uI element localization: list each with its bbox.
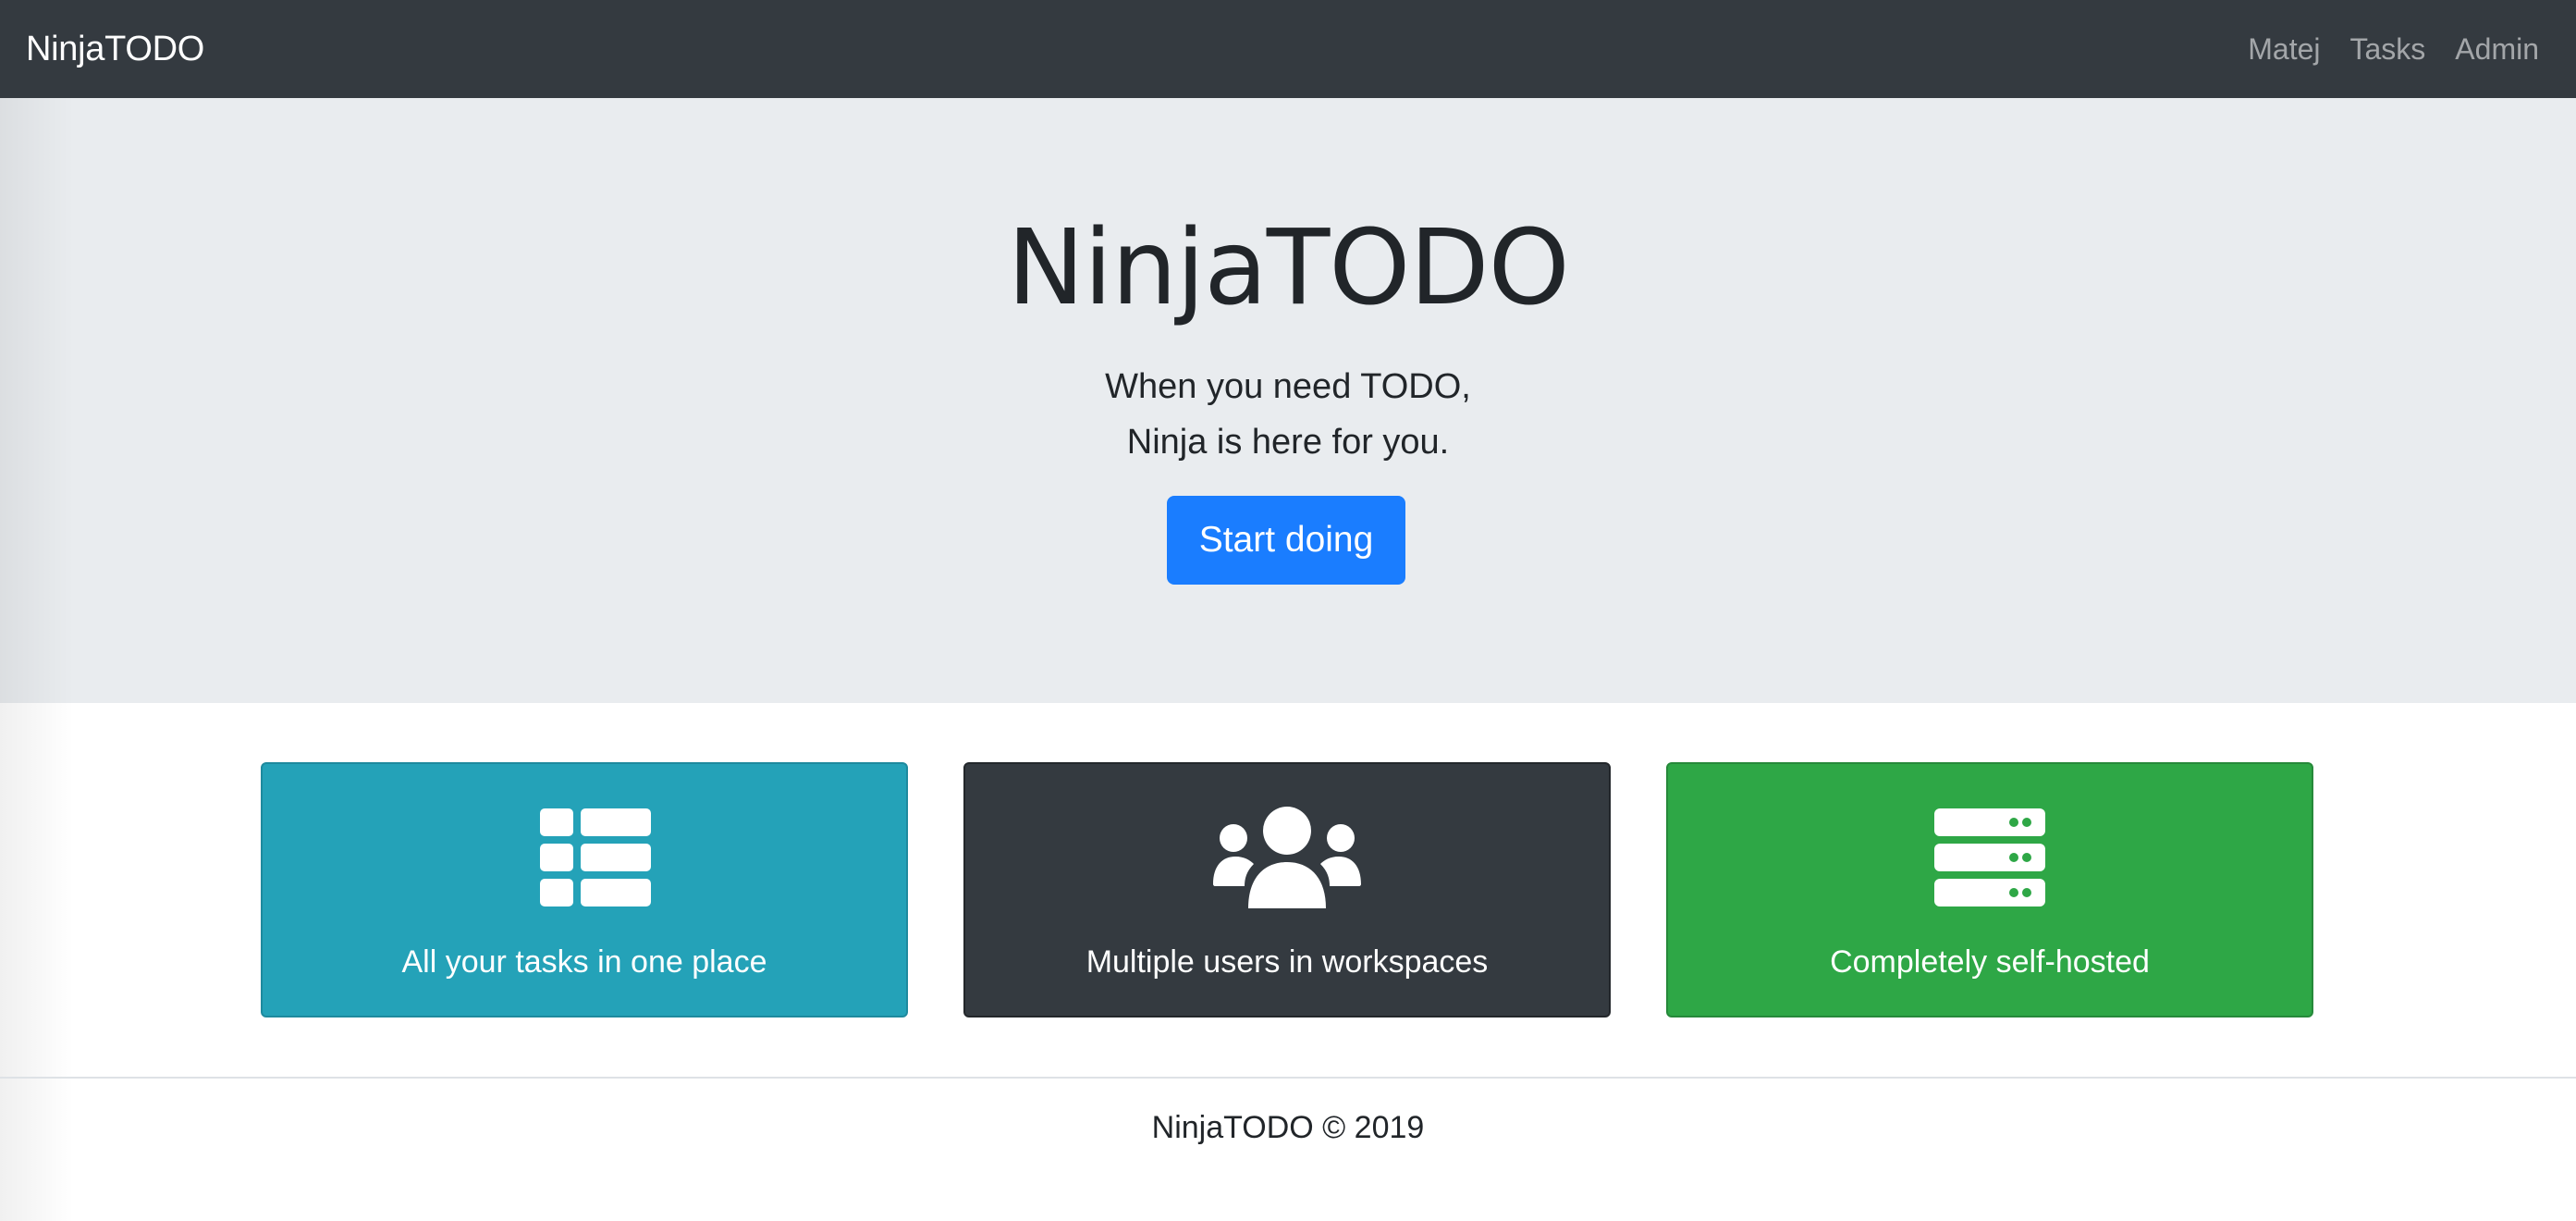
navbar-brand[interactable]: NinjaTODO	[26, 30, 204, 69]
feature-text: Completely self-hosted	[1830, 944, 2150, 980]
hero-lead-line-1: When you need TODO,	[1105, 367, 1471, 406]
hero-lead: When you need TODO, Ninja is here for yo…	[0, 359, 2576, 470]
feature-text: All your tasks in one place	[401, 944, 767, 980]
feature-card-tasks: All your tasks in one place	[261, 762, 908, 1018]
page: NinjaTODO Matej Tasks Admin NinjaTODO Wh…	[0, 0, 2576, 1221]
server-icon	[1934, 808, 2045, 906]
top-navbar: NinjaTODO Matej Tasks Admin	[0, 0, 2576, 98]
users-icon	[1213, 807, 1361, 908]
footer-divider	[0, 1077, 2576, 1079]
nav-links: Matej Tasks Admin	[2248, 32, 2550, 67]
start-doing-button[interactable]: Start doing	[1167, 496, 1405, 585]
hero-jumbotron: NinjaTODO When you need TODO, Ninja is h…	[0, 98, 2576, 703]
nav-link-user[interactable]: Matej	[2248, 32, 2320, 67]
feature-card-users: Multiple users in workspaces	[963, 762, 1611, 1018]
hero-lead-line-2: Ninja is here for you.	[1126, 423, 1450, 462]
nav-link-tasks[interactable]: Tasks	[2350, 32, 2426, 67]
nav-link-admin[interactable]: Admin	[2455, 32, 2539, 67]
hero-title: NinjaTODO	[1007, 208, 1570, 328]
feature-card-self-hosted: Completely self-hosted	[1666, 762, 2313, 1018]
footer-copyright: NinjaTODO © 2019	[1151, 1110, 1425, 1145]
list-icon	[540, 808, 651, 906]
feature-text: Multiple users in workspaces	[1086, 944, 1489, 980]
